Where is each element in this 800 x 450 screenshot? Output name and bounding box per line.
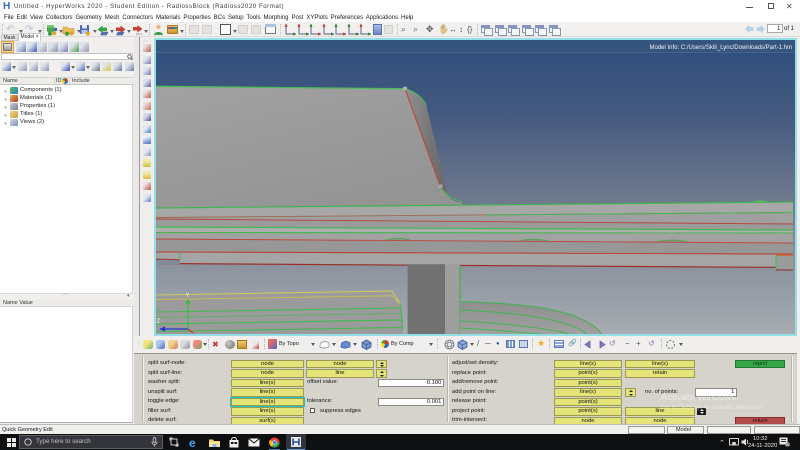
svg-text:Y: Y (186, 293, 190, 299)
svg-text:Z: Z (157, 319, 161, 325)
svg-text:X: X (192, 333, 196, 334)
svg-text:Model Info: C:/Users/Skill_Lyn: Model Info: C:/Users/Skill_Lync/Download… (650, 45, 793, 51)
svg-text:PPT: PPT (136, 33, 142, 37)
